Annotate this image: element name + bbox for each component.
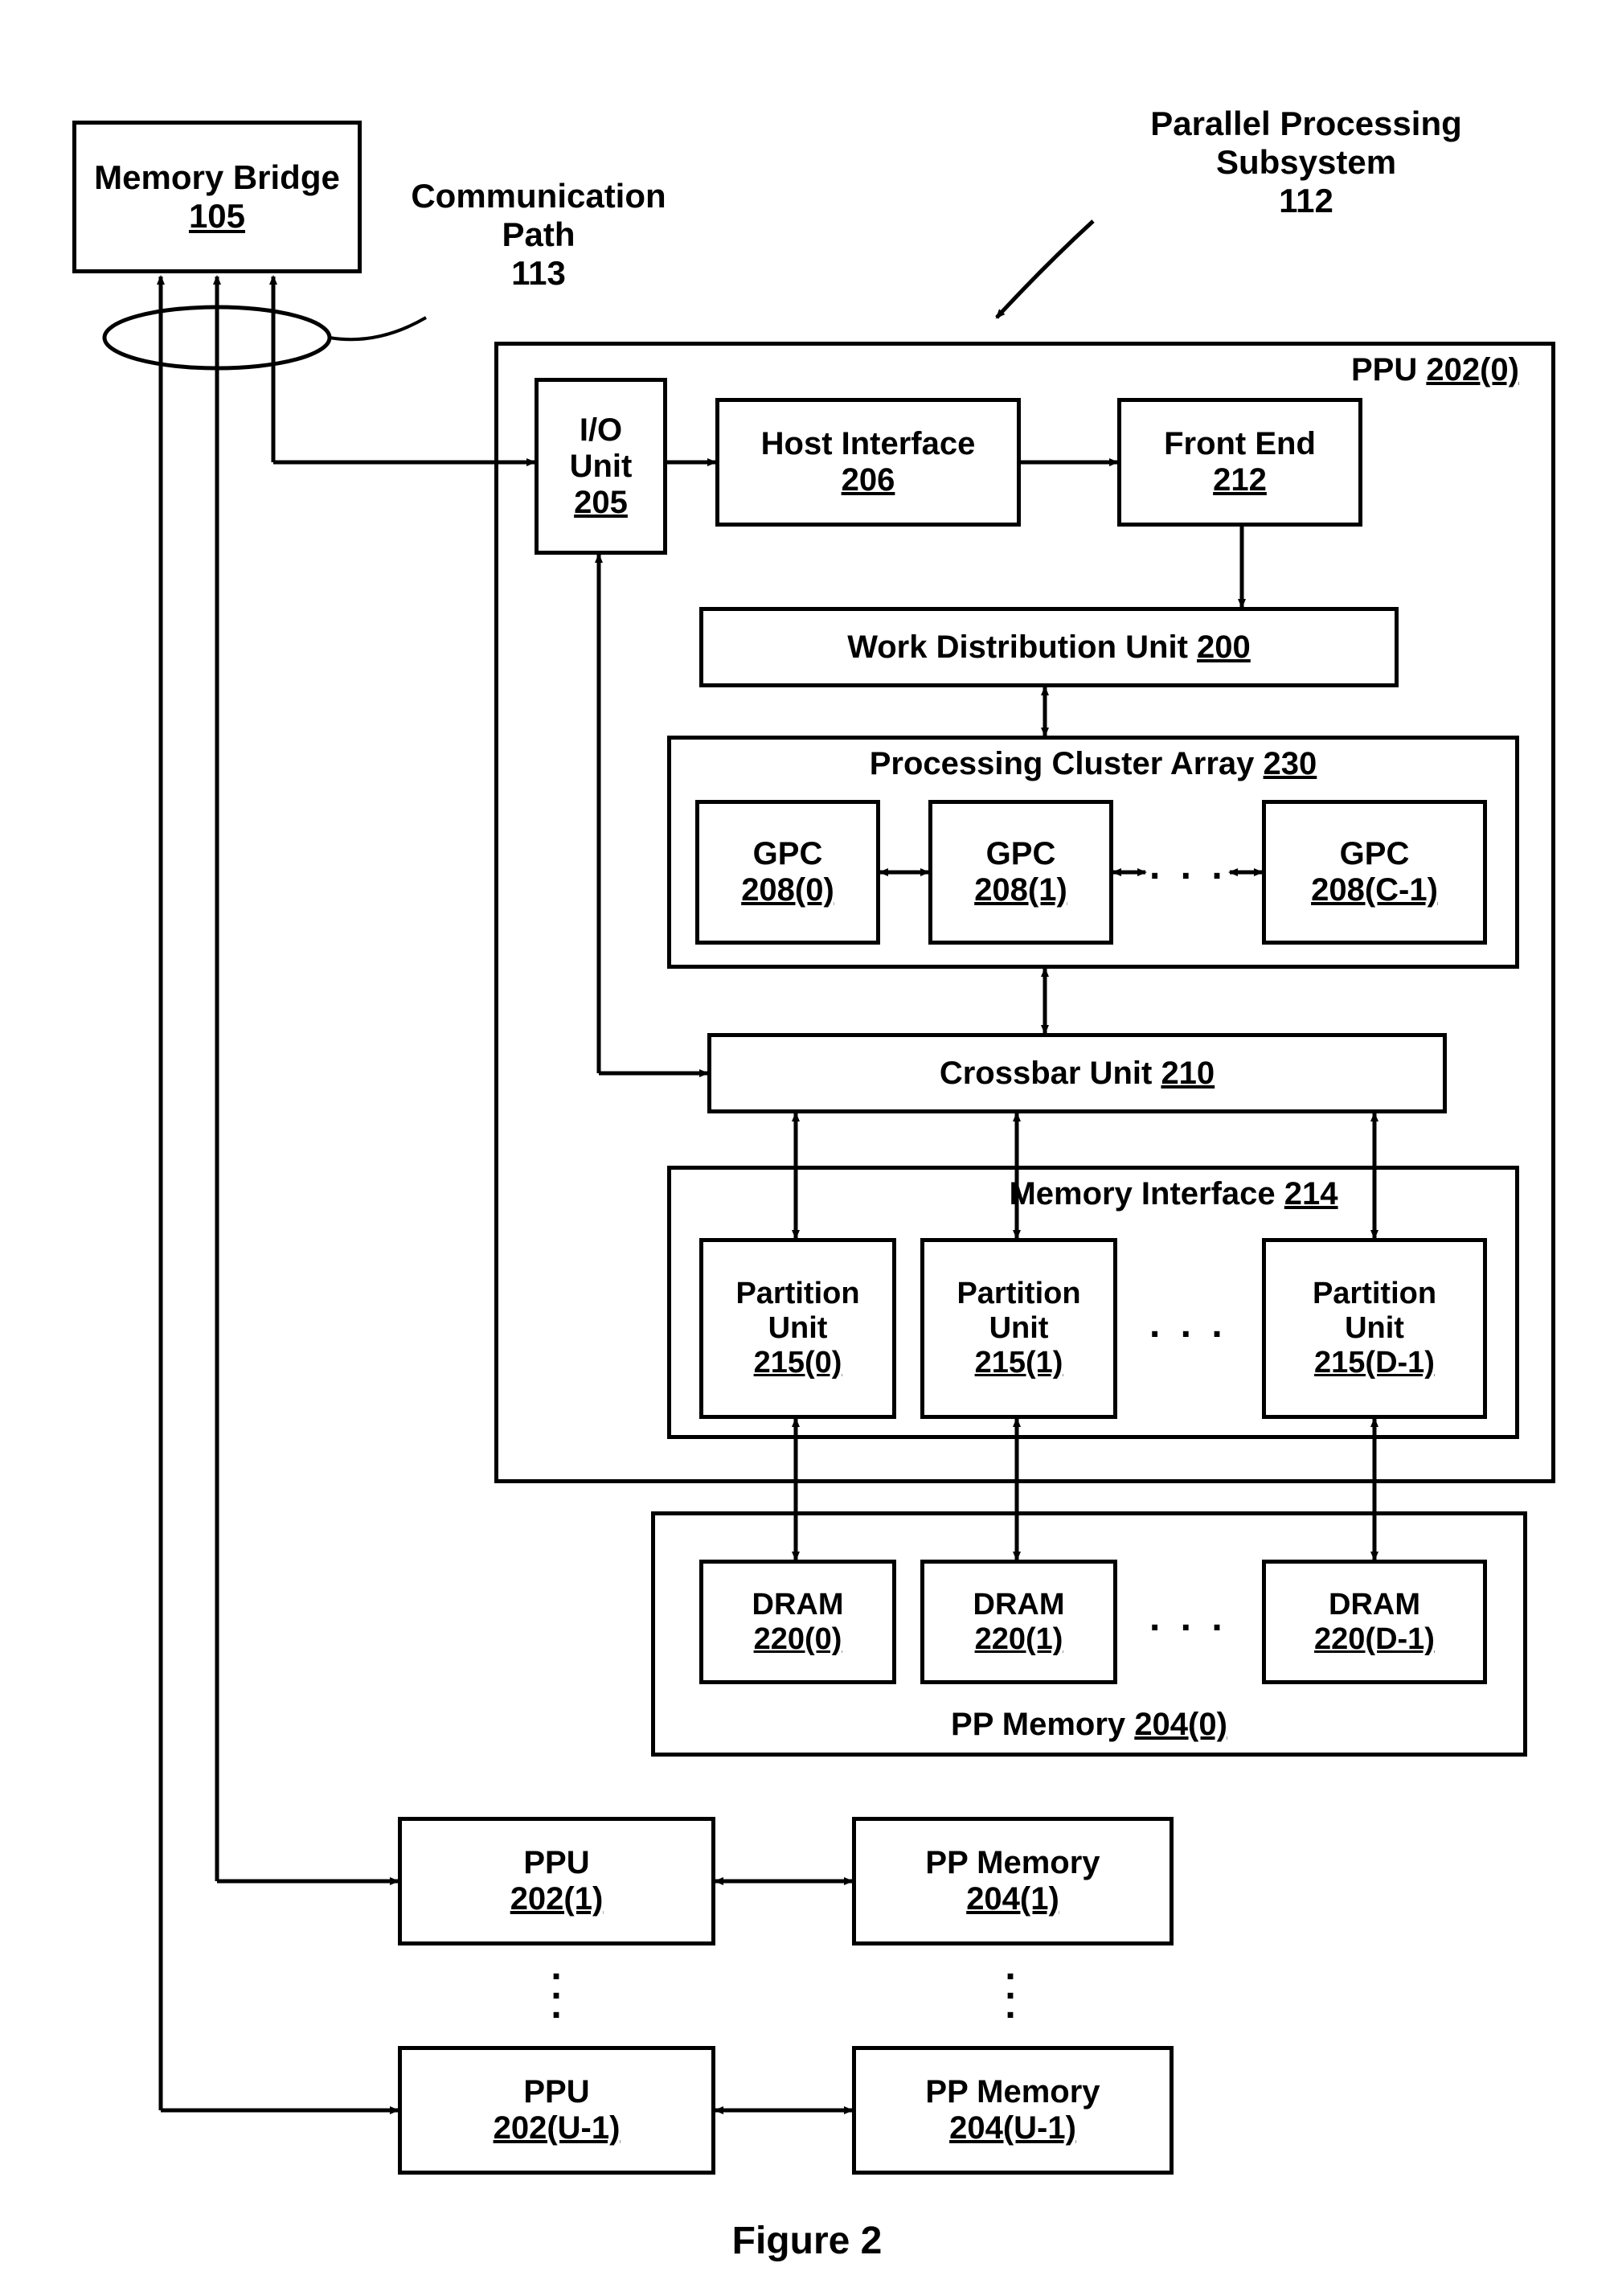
pp-memory-u-box: PP Memory 204(U-1) — [852, 2046, 1174, 2175]
io-unit-line1: I/O — [580, 412, 622, 449]
pps-title: Parallel Processing Subsystem — [1105, 105, 1507, 182]
memory-bridge-num: 105 — [189, 197, 245, 236]
ppu-1-box: PPU 202(1) — [398, 1817, 715, 1945]
partition-unit-0-box: Partition Unit 215(0) — [699, 1238, 896, 1419]
dram-1-box: DRAM 220(1) — [920, 1560, 1117, 1684]
ppm-vertical-ellipsis: ... — [1001, 1958, 1025, 2015]
front-end-num: 212 — [1213, 462, 1267, 498]
memory-bridge-title: Memory Bridge — [94, 158, 340, 197]
host-interface-box: Host Interface 206 — [715, 398, 1021, 527]
figure-caption: Figure 2 — [0, 2219, 1614, 2263]
partition-unit-1-box: Partition Unit 215(1) — [920, 1238, 1117, 1419]
gpc-1-box: GPC 208(1) — [928, 800, 1113, 945]
gpc-ellipsis: . . . — [1149, 844, 1227, 888]
pca-title: Processing Cluster Array 230 — [671, 746, 1515, 782]
pps-num: 112 — [1105, 182, 1507, 220]
io-unit-box: I/O Unit 205 — [535, 378, 667, 555]
ppu-vertical-ellipsis: ... — [547, 1958, 571, 2015]
partition-ellipsis: . . . — [1149, 1302, 1227, 1347]
crossbar-unit-box: Crossbar Unit 210 — [707, 1033, 1447, 1113]
gpc-c-box: GPC 208(C-1) — [1262, 800, 1487, 945]
work-dist-label: Work Distribution Unit 200 — [847, 629, 1251, 666]
partition-unit-d-box: Partition Unit 215(D-1) — [1262, 1238, 1487, 1419]
host-interface-num: 206 — [842, 462, 895, 498]
host-interface-title: Host Interface — [761, 426, 976, 462]
dram-ellipsis: . . . — [1149, 1596, 1227, 1640]
ppu-u-box: PPU 202(U-1) — [398, 2046, 715, 2175]
parallel-processing-subsystem-label: Parallel Processing Subsystem 112 — [1105, 105, 1507, 220]
comm-path-num: 113 — [402, 254, 675, 293]
io-unit-line2: Unit — [570, 449, 633, 485]
front-end-title: Front End — [1164, 426, 1316, 462]
comm-path-title: Communication Path — [402, 177, 675, 254]
pp-memory-1-box: PP Memory 204(1) — [852, 1817, 1174, 1945]
memory-bridge-box: Memory Bridge 105 — [72, 121, 362, 273]
work-distribution-unit-box: Work Distribution Unit 200 — [699, 607, 1399, 687]
communication-path-label: Communication Path 113 — [402, 177, 675, 293]
dram-0-box: DRAM 220(0) — [699, 1560, 896, 1684]
dram-d-box: DRAM 220(D-1) — [1262, 1560, 1487, 1684]
pp-memory-title: PP Memory 204(0) — [655, 1707, 1523, 1743]
gpc-0-box: GPC 208(0) — [695, 800, 880, 945]
front-end-box: Front End 212 — [1117, 398, 1362, 527]
crossbar-label: Crossbar Unit 210 — [940, 1056, 1215, 1092]
io-unit-num: 205 — [574, 485, 628, 521]
mem-interface-title: Memory Interface 214 — [671, 1176, 1515, 1212]
ppu-0-title: PPU 202(0) — [1351, 352, 1519, 388]
